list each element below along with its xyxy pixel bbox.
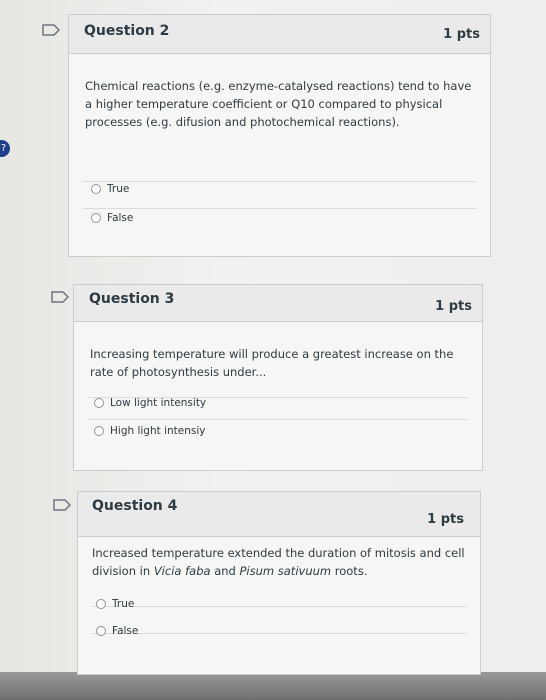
radio-button-icon[interactable] — [91, 213, 101, 223]
question-4-text-after: roots. — [331, 564, 368, 578]
answer-separator — [83, 181, 476, 182]
question-4-points: 1 pts — [427, 512, 464, 527]
answer-label: False — [112, 625, 139, 637]
answer-separator — [92, 606, 466, 607]
left-edge-badge-text: ? — [0, 143, 7, 154]
question-4-text-middle: and — [210, 564, 240, 578]
answer-option-true[interactable]: True — [91, 183, 129, 195]
question-2-points: 1 pts — [443, 27, 480, 42]
question-2-text: Chemical reactions (e.g. enzyme-catalyse… — [85, 79, 472, 129]
question-4-title: Question 4 — [92, 498, 178, 514]
question-4-card: Question 4 1 pts Increased temperature e… — [77, 491, 481, 675]
species-vicia-faba: Vicia faba — [153, 564, 211, 578]
flag-question-4-icon[interactable] — [53, 499, 71, 511]
flag-question-3-icon[interactable] — [51, 291, 69, 303]
answer-option-high-light[interactable]: High light intensiy — [94, 425, 205, 437]
radio-button-icon[interactable] — [94, 398, 104, 408]
question-3-card: Question 3 1 pts Increasing temperature … — [73, 284, 483, 471]
question-3-points: 1 pts — [435, 299, 472, 314]
answer-option-low-light[interactable]: Low light intensity — [94, 397, 206, 409]
answer-separator — [88, 419, 468, 420]
radio-button-icon[interactable] — [91, 184, 101, 194]
question-4-text: Increased temperature extended the durat… — [92, 544, 472, 580]
question-3-text: Increasing temperature will produce a gr… — [90, 347, 454, 379]
radio-button-icon[interactable] — [96, 626, 106, 636]
flag-question-2-icon[interactable] — [42, 24, 60, 36]
radio-button-icon[interactable] — [94, 426, 104, 436]
answer-separator — [83, 208, 476, 209]
question-3-title: Question 3 — [89, 291, 175, 307]
answer-option-false[interactable]: False — [96, 625, 138, 637]
answer-label: High light intensiy — [110, 425, 206, 437]
answer-separator — [92, 633, 466, 634]
answer-label: True — [107, 183, 130, 195]
answer-label: False — [107, 212, 134, 224]
answer-option-false[interactable]: False — [91, 212, 133, 224]
question-2-title: Question 2 — [84, 23, 170, 39]
answer-label: True — [112, 598, 135, 610]
answer-label: Low light intensity — [110, 397, 207, 409]
bottom-shadow-edge — [0, 672, 546, 700]
species-pisum-sativuum: Pisum sativuum — [239, 564, 332, 578]
radio-button-icon[interactable] — [96, 599, 106, 609]
answer-option-true[interactable]: True — [96, 598, 134, 610]
question-2-card: Question 2 1 pts Chemical reactions (e.g… — [68, 14, 491, 257]
